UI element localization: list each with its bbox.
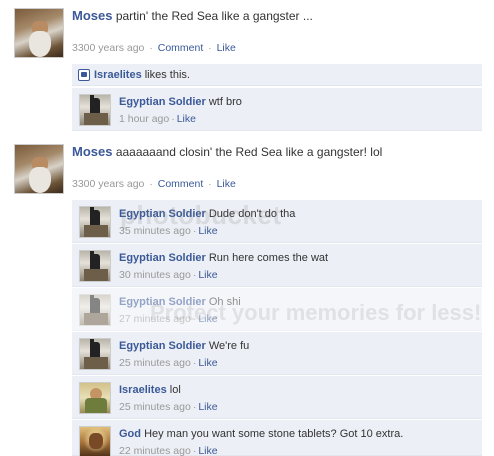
egyptian-soldier-avatar[interactable]: [79, 206, 111, 238]
post: Moses aaaaaaand closin' the Red Sea like…: [14, 144, 484, 204]
comment-link[interactable]: Comment: [158, 42, 204, 54]
comment-author[interactable]: God: [119, 428, 141, 440]
comment-text: Oh shi: [208, 296, 241, 308]
likes-bar: Israelites likes this.: [72, 64, 482, 86]
comment-author[interactable]: Israelites: [119, 384, 167, 396]
comment-text: Run here comes the wat: [208, 252, 329, 264]
comment-like-link[interactable]: Like: [198, 401, 217, 413]
comment: Egyptian Soldier Dude don't do tha 35 mi…: [72, 200, 482, 243]
comment-time: 1 hour ago: [119, 113, 170, 125]
comment-like-link[interactable]: Like: [198, 313, 217, 325]
egyptian-soldier-avatar[interactable]: [79, 338, 111, 370]
thumbs-up-icon: [78, 68, 90, 81]
comment-time: 25 minutes ago: [119, 401, 191, 413]
egyptian-soldier-avatar[interactable]: [79, 250, 111, 282]
comment-time: 35 minutes ago: [119, 225, 191, 237]
comment-time: 27 minutes ago: [119, 313, 191, 325]
comment: God Hey man you want some stone tablets?…: [72, 420, 482, 456]
comment-like-link[interactable]: Like: [177, 113, 196, 125]
like-link[interactable]: Like: [217, 178, 236, 190]
comment: Egyptian Soldier Oh shi 27 minutes ago · L…: [72, 288, 482, 331]
moses-avatar[interactable]: [14, 8, 64, 58]
comment-text: We're fu: [208, 340, 250, 352]
comment: Israelites lol 25 minutes ago · Like: [72, 376, 482, 419]
post-message: partin' the Red Sea like a gangster ...: [115, 9, 313, 23]
comment-text: Hey man you want some stone tablets? Got…: [144, 428, 404, 440]
egyptian-soldier-avatar[interactable]: [79, 94, 111, 126]
comment-text: wtf bro: [208, 96, 242, 108]
comment-like-link[interactable]: Like: [198, 357, 217, 369]
post: Moses partin' the Red Sea like a gangste…: [14, 8, 484, 68]
comment-like-link[interactable]: Like: [198, 269, 217, 281]
god-avatar[interactable]: [79, 426, 111, 456]
comment-author[interactable]: Egyptian Soldier: [119, 296, 206, 308]
comment-author[interactable]: Egyptian Soldier: [119, 96, 206, 108]
comment: Egyptian Soldier wtf bro 1 hour ago · Like: [72, 88, 482, 131]
like-link[interactable]: Like: [217, 42, 236, 54]
comment-text: lol: [169, 384, 181, 396]
post-time: 3300 years ago: [72, 178, 145, 190]
post-author[interactable]: Moses: [72, 144, 112, 159]
israelites-avatar[interactable]: [79, 382, 111, 414]
comment-time: 22 minutes ago: [119, 445, 191, 456]
comment-author[interactable]: Egyptian Soldier: [119, 208, 206, 220]
likes-name[interactable]: Israelites: [94, 69, 142, 81]
comment-time: 25 minutes ago: [119, 357, 191, 369]
comment-text: Dude don't do tha: [208, 208, 296, 220]
likes-text: likes this.: [144, 68, 190, 81]
post-time: 3300 years ago: [72, 42, 145, 54]
comment-time: 30 minutes ago: [119, 269, 191, 281]
egyptian-soldier-avatar[interactable]: [79, 294, 111, 326]
post-author[interactable]: Moses: [72, 8, 112, 23]
moses-avatar[interactable]: [14, 144, 64, 194]
comment-link[interactable]: Comment: [158, 178, 204, 190]
comment: Egyptian Soldier Run here comes the wat …: [72, 244, 482, 287]
comment-author[interactable]: Egyptian Soldier: [119, 340, 206, 352]
post-message: aaaaaaand closin' the Red Sea like a gan…: [115, 145, 383, 159]
comment-like-link[interactable]: Like: [198, 225, 217, 237]
comment-author[interactable]: Egyptian Soldier: [119, 252, 206, 264]
comment-like-link[interactable]: Like: [198, 445, 217, 456]
comment: Egyptian Soldier We're fu 25 minutes ago…: [72, 332, 482, 375]
